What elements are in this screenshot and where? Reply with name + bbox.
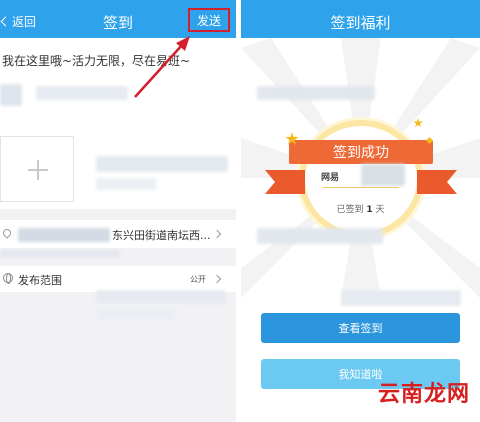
nav-bar: 签到福利 <box>241 6 480 38</box>
nav-bar: 返回 签到 发送 <box>0 6 236 38</box>
add-photo-button[interactable] <box>0 136 74 202</box>
view-checkin-button[interactable]: 查看签到 <box>261 313 460 343</box>
location-text: 东兴田街道南坛西... <box>112 229 211 242</box>
blurred-region <box>0 250 120 258</box>
blurred-region <box>361 164 405 186</box>
days-count: 1 <box>366 205 373 215</box>
blurred-region <box>96 156 228 172</box>
chevron-right-icon <box>212 274 222 284</box>
checkin-days: 已签到 1 天 <box>241 202 480 215</box>
user-name: 网易 <box>321 173 340 183</box>
checkin-compose-screen: 返回 签到 发送 我在这里哦~活力无限，尽在易班~ 东兴田街道南坛西... 发布… <box>0 0 236 422</box>
checkin-success-title: 签到成功 <box>333 145 389 161</box>
blurred-region <box>96 308 176 320</box>
days-suffix: 天 <box>375 205 385 215</box>
blurred-region <box>257 228 383 244</box>
globe-icon <box>3 273 13 284</box>
location-pin-icon <box>1 227 13 239</box>
blurred-region <box>18 228 110 242</box>
scope-value: 公开 <box>190 275 206 284</box>
compose-area[interactable]: 我在这里哦~活力无限，尽在易班~ <box>0 38 236 209</box>
page-title: 签到福利 <box>330 14 391 32</box>
site-watermark: 云南龙网 <box>377 381 470 407</box>
days-prefix: 已签到 <box>336 205 364 215</box>
post-text[interactable]: 我在这里哦~活力无限，尽在易班~ <box>2 52 236 69</box>
blurred-region <box>36 86 128 100</box>
scope-label: 发布范围 <box>18 274 62 287</box>
location-row[interactable]: 东兴田街道南坛西... <box>0 220 236 248</box>
visibility-scope-row[interactable]: 发布范围 公开 <box>0 266 236 292</box>
blurred-region <box>257 86 375 100</box>
chevron-right-icon <box>212 229 222 239</box>
blurred-region <box>96 290 226 304</box>
blurred-region <box>0 84 22 106</box>
send-button[interactable]: 发送 <box>188 8 230 32</box>
checkin-reward-screen: 签到福利 签到成功 网易 已签到 1 天 查看签到 我知道啦 <box>241 0 480 422</box>
blurred-region <box>341 290 461 306</box>
screenshot: 返回 签到 发送 我在这里哦~活力无限，尽在易班~ 东兴田街道南坛西... 发布… <box>0 0 480 422</box>
divider <box>323 187 399 188</box>
blurred-region <box>96 178 156 190</box>
